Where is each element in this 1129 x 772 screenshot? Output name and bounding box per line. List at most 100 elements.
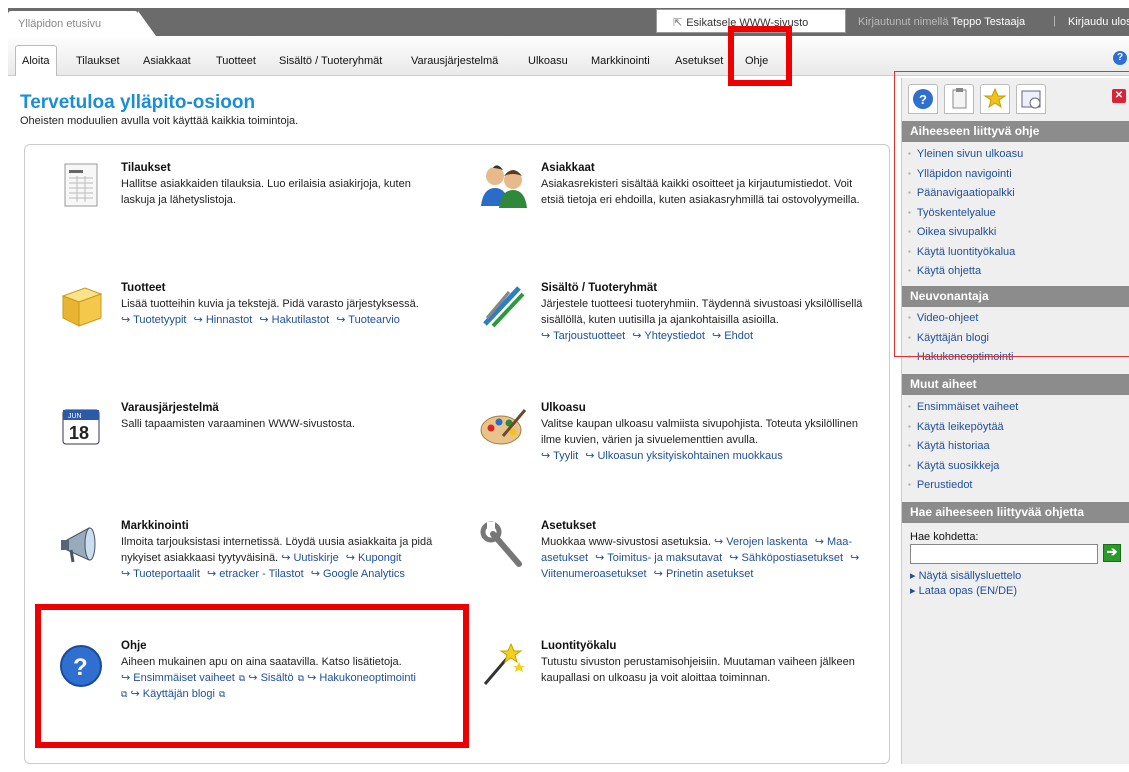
topic-link[interactable]: Ensimmäiset vaiheet <box>908 399 1019 419</box>
search-label: Hae kohdetta: <box>910 531 979 543</box>
preview-website-button[interactable]: ⇱ Esikatsele WWW-sivusto <box>656 9 846 33</box>
link-tyylit[interactable]: Tyylit <box>553 450 578 462</box>
download-guide-link[interactable]: Lataa opas (EN/DE) <box>910 584 1017 597</box>
nav-tab-tilaukset[interactable]: Tilaukset <box>69 47 127 73</box>
link-uutiskirje[interactable]: Uutiskirje <box>293 552 338 564</box>
module-title[interactable]: Varausjärjestelmä <box>121 402 421 414</box>
link-toimitus-maksutavat[interactable]: Toimitus- ja maksutavat <box>607 552 722 564</box>
module-title[interactable]: Sisältö / Tuoteryhmät <box>541 282 871 294</box>
nav-tab-aloita[interactable]: Aloita <box>15 45 57 76</box>
nav-tab-sisalto[interactable]: Sisältö / Tuoteryhmät <box>272 47 389 73</box>
calendar-icon[interactable]: JUN 18 <box>59 402 107 450</box>
advisor-link[interactable]: Video-ohjeet <box>908 310 1013 330</box>
nav-tab-tuotteet[interactable]: Tuotteet <box>209 47 263 73</box>
advisor-link[interactable]: Käyttäjän blogi <box>908 330 1013 350</box>
help-link[interactable]: Käytä luontityökalua <box>908 244 1023 264</box>
module-title[interactable]: Asetukset <box>541 520 861 532</box>
link-prinetin-asetukset[interactable]: Prinetin asetukset <box>666 568 753 580</box>
help-icon[interactable]: ? <box>1113 51 1127 65</box>
panel-tabs: ? <box>908 84 1128 116</box>
palette-icon[interactable] <box>479 402 527 450</box>
link-ehdot[interactable]: Ehdot <box>724 330 753 342</box>
module-description-text: Muokkaa www-sivustosi asetuksia. <box>541 536 711 548</box>
link-hinnastot[interactable]: Hinnastot <box>206 314 252 326</box>
link-hakutilastot[interactable]: Hakutilastot <box>272 314 329 326</box>
product-box-icon[interactable] <box>59 282 107 330</box>
section-title-other-topics: Muut aiheet <box>902 374 1129 395</box>
svg-text:18: 18 <box>69 423 89 443</box>
search-go-button[interactable]: ➔ <box>1103 544 1121 562</box>
help-link[interactable]: Työskentelyalue <box>908 205 1023 225</box>
link-google-analytics[interactable]: Google Analytics <box>323 568 405 580</box>
link-ensimmaiset-vaiheet[interactable]: Ensimmäiset vaiheet <box>133 672 235 684</box>
topbar-separator: | <box>1053 15 1056 27</box>
nav-tab-markkinointi[interactable]: Markkinointi <box>584 47 657 73</box>
topic-link[interactable]: Käytä suosikkeja <box>908 458 1018 478</box>
nav-tab-asetukset[interactable]: Asetukset <box>668 47 730 73</box>
help-search-input[interactable] <box>910 544 1098 564</box>
nav-tab-varausjarjestelma[interactable]: Varausjärjestelmä <box>404 47 505 73</box>
link-hakukoneoptimointi[interactable]: Hakukoneoptimointi <box>319 672 416 684</box>
close-icon[interactable]: ✕ <box>1112 89 1126 103</box>
history-tab[interactable] <box>1016 84 1046 114</box>
help-link[interactable]: Käytä ohjetta <box>908 263 1023 283</box>
topic-link[interactable]: Käytä historiaa <box>908 438 1018 458</box>
show-toc-link[interactable]: Näytä sisällysluettelo <box>910 569 1022 582</box>
nav-tab-ulkoasu[interactable]: Ulkoasu <box>521 47 575 73</box>
pens-icon[interactable] <box>479 282 527 330</box>
nav-tab-ohje[interactable]: Ohje <box>738 47 775 73</box>
link-viitenumeroasetukset[interactable]: Viitenumeroasetukset <box>541 568 647 580</box>
main-navigation: Aloita Tilaukset Asiakkaat Tuotteet Sisä… <box>8 37 1129 76</box>
megaphone-icon[interactable] <box>59 520 107 568</box>
link-kayttajan-blogi[interactable]: Käyttäjän blogi <box>143 688 215 700</box>
module-title[interactable]: Ohje <box>121 640 451 652</box>
link-kupongit[interactable]: Kupongit <box>358 552 401 564</box>
magic-wand-icon[interactable] <box>479 640 527 688</box>
link-yhteystiedot[interactable]: Yhteystiedot <box>644 330 705 342</box>
module-title[interactable]: Markkinointi <box>121 520 461 532</box>
help-question-icon[interactable]: ? <box>59 640 107 688</box>
help-link[interactable]: Päänavigaatiopalkki <box>908 185 1023 205</box>
favorites-tab[interactable] <box>980 84 1010 114</box>
link-verojen-laskenta[interactable]: Verojen laskenta <box>726 536 807 548</box>
module-description: Hallitse asiakkaiden tilauksia. Luo eril… <box>121 178 411 206</box>
advisor-link[interactable]: Hakukoneoptimointi <box>908 349 1014 369</box>
customers-people-icon[interactable] <box>479 162 527 210</box>
module-title[interactable]: Ulkoasu <box>541 402 871 414</box>
admin-home-tab[interactable]: Ylläpidon etusivu <box>8 11 156 36</box>
module-description: Aiheen mukainen apu on aina saatavilla. … <box>121 656 402 668</box>
module-description: Salli tapaamisten varaaminen WWW-sivusto… <box>121 418 355 430</box>
module-description: Muokkaa www-sivustosi asetuksia. ↪ Veroj… <box>541 536 860 580</box>
logged-in-status: Kirjautunut nimellä Teppo Testaaja <box>858 16 1025 28</box>
link-tuotearvio[interactable]: Tuotearvio <box>348 314 400 326</box>
link-tuoteportaalit[interactable]: Tuoteportaalit <box>133 568 200 580</box>
link-sahkopostiasetukset[interactable]: Sähköpostiasetukset <box>742 552 844 564</box>
wrench-icon[interactable] <box>479 520 527 568</box>
link-tuotetyypit[interactable]: Tuotetyypit <box>133 314 186 326</box>
link-ulkoasun-muokkaus[interactable]: Ulkoasun yksityiskohtainen muokkaus <box>597 450 782 462</box>
help-link[interactable]: Oikea sivupalkki <box>908 224 1023 244</box>
logout-link[interactable]: Kirjaudu ulos <box>1068 16 1129 28</box>
topic-link[interactable]: Käytä leikepöytää <box>908 419 1018 439</box>
external-link-icon: ⇱ <box>673 17 683 29</box>
module-title[interactable]: Tilaukset <box>121 162 421 174</box>
svg-text:?: ? <box>73 654 88 681</box>
module-title[interactable]: Tuotteet <box>121 282 461 294</box>
help-link[interactable]: Yleinen sivun ulkoasu <box>908 146 1023 166</box>
topic-link[interactable]: Perustiedot <box>908 477 1018 497</box>
link-tarjoustuotteet[interactable]: Tarjoustuotteet <box>553 330 625 342</box>
clipboard-tab[interactable] <box>944 84 974 114</box>
link-sisalto[interactable]: Sisältö <box>261 672 294 684</box>
module-title[interactable]: Luontityökalu <box>541 640 871 652</box>
user-name: Teppo Testaaja <box>951 16 1026 28</box>
invoice-document-icon[interactable] <box>59 162 107 210</box>
module-description: Asiakasrekisteri sisältää kaikki osoitte… <box>541 178 860 206</box>
svg-text:JUN: JUN <box>68 413 82 420</box>
external-link-icon: ⧉ <box>121 689 128 699</box>
link-etracker[interactable]: etracker - Tilastot <box>219 568 303 580</box>
nav-tab-asiakkaat[interactable]: Asiakkaat <box>136 47 198 73</box>
section-title-advisor: Neuvonantaja <box>902 286 1129 307</box>
help-tab[interactable]: ? <box>908 84 938 114</box>
module-title[interactable]: Asiakkaat <box>541 162 871 174</box>
help-link[interactable]: Ylläpidon navigointi <box>908 166 1023 186</box>
